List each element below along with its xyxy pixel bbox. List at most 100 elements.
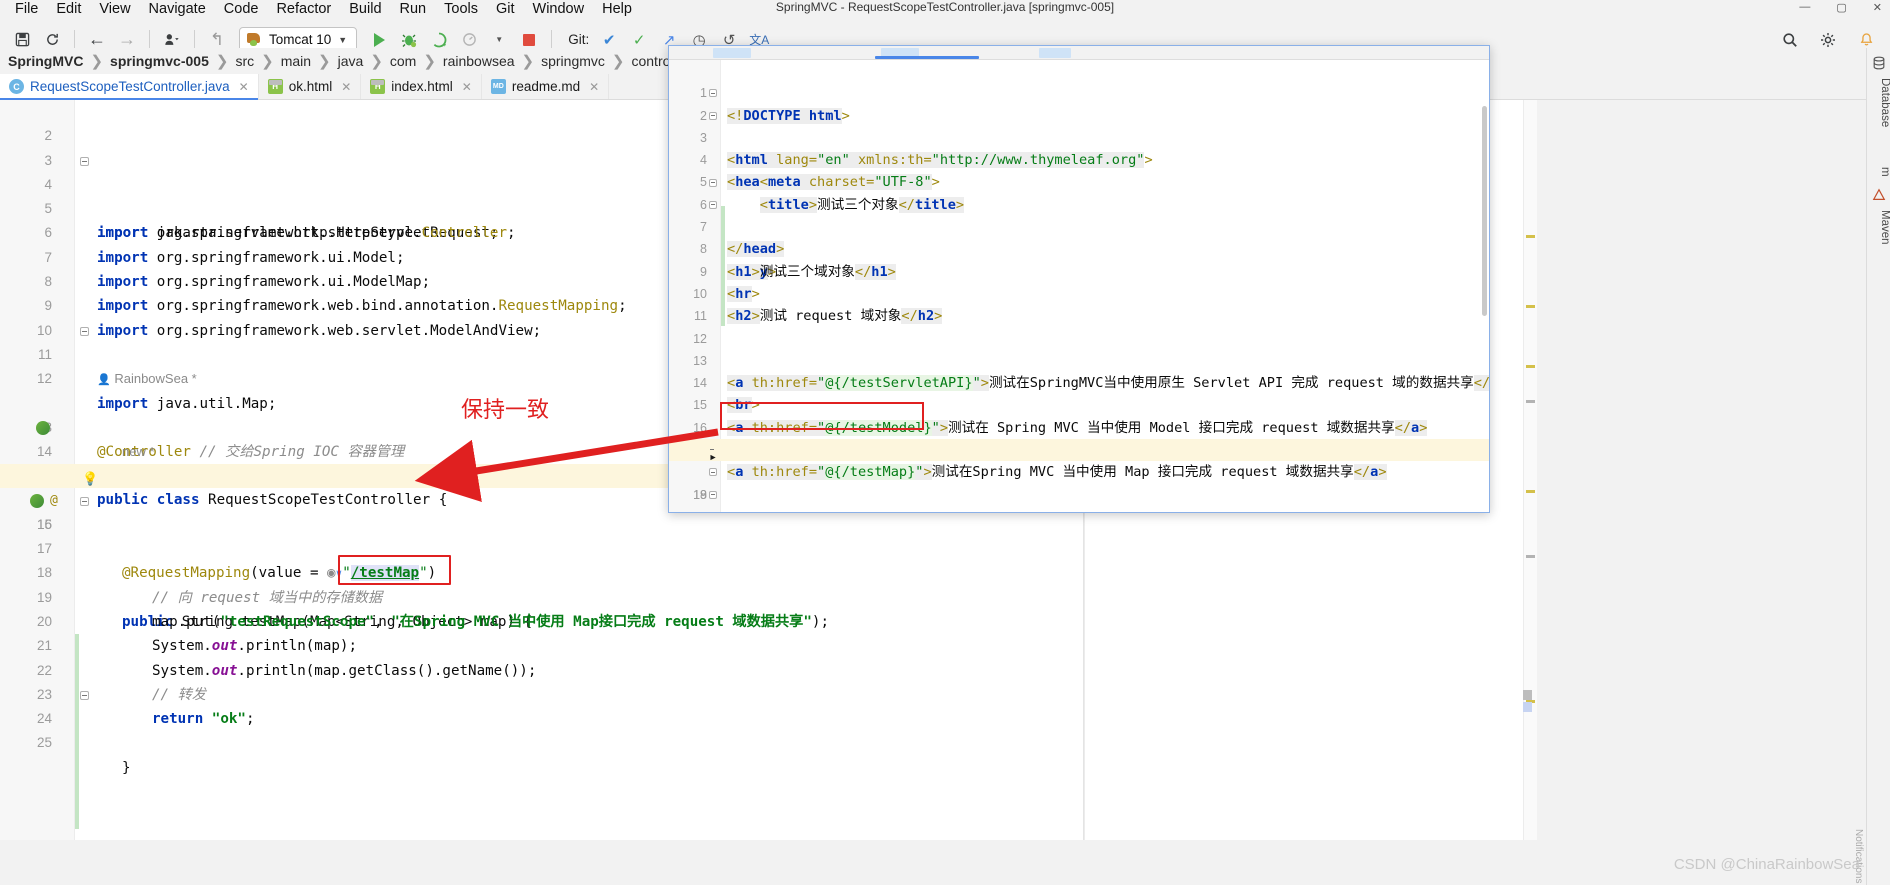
popup-tab-active[interactable] — [875, 56, 979, 59]
marker — [1526, 490, 1535, 493]
run-configuration-name: Tomcat 10 — [269, 32, 332, 47]
fold-toggle-icon[interactable] — [709, 200, 717, 209]
tomcat-icon — [247, 32, 262, 47]
html-line: 12 — [669, 305, 1489, 346]
fold-toggle-icon[interactable] — [709, 178, 717, 187]
tab-close-icon[interactable]: ✕ — [239, 80, 249, 94]
breadcrumb-item-java[interactable]: java — [332, 53, 370, 69]
fold-toggle-icon[interactable] — [80, 326, 89, 336]
line-number: 25 — [36, 735, 52, 751]
popup-scrollbar[interactable] — [1482, 106, 1487, 316]
menu-item-run[interactable]: Run — [391, 0, 436, 19]
menu-item-refactor[interactable]: Refactor — [267, 0, 340, 19]
person-icon: 👤 — [97, 374, 111, 386]
html-line: 19 </body> — [669, 461, 1489, 502]
breadcrumb-item-main[interactable]: main — [275, 53, 317, 69]
breadcrumb-separator: ❯ — [521, 53, 535, 70]
breadcrumb-item-springmvc[interactable]: SpringMVC — [2, 53, 89, 69]
tab-request-scope-test-controller[interactable]: C RequestScopeTestController.java ✕ — [0, 74, 259, 100]
fold-toggle-icon[interactable] — [709, 468, 717, 477]
fold-toggle-icon[interactable] — [709, 490, 717, 499]
breadcrumb-item-springmvc-005[interactable]: springmvc-005 — [104, 53, 215, 69]
author-inlay-hint: 👤 RainbowSea * — [97, 367, 197, 392]
menu-item-file[interactable]: File — [6, 0, 47, 19]
tab-close-icon[interactable]: ✕ — [462, 80, 472, 94]
spring-bean-gutter-icon[interactable] — [36, 420, 50, 435]
breadcrumb-separator: ❯ — [423, 53, 436, 70]
popup-tab-3[interactable] — [1039, 48, 1071, 58]
database-icon[interactable] — [1872, 56, 1886, 70]
caret-position-marker-2 — [1523, 702, 1532, 712]
idea-window: SpringMVC - RequestScopeTestController.j… — [0, 0, 1890, 885]
breadcrumb-item-rainbowsea[interactable]: rainbowsea — [437, 53, 521, 69]
tab-readme-md[interactable]: MD readme.md ✕ — [481, 74, 610, 99]
html-line: 6 </head> — [669, 172, 1489, 258]
popup-tab-strip — [669, 46, 1489, 60]
marker — [1526, 555, 1535, 558]
html-line: 20 </html> — [669, 484, 1489, 512]
fold-toggle-icon[interactable] — [80, 156, 89, 166]
fold-toggle-icon[interactable] — [709, 111, 717, 120]
fold-toggle-icon[interactable] — [80, 496, 89, 506]
breadcrumb-item-src[interactable]: src — [229, 53, 260, 69]
html-line: 2 <html lang="en" xmlns:th="http://www.t… — [669, 82, 1489, 169]
sidebar-item-database[interactable]: Database — [1867, 74, 1890, 131]
html-line: 15 <a th:href="@{/testModel}">测试在 Spring… — [669, 372, 1489, 436]
html-preview-popup[interactable]: 1 <!DOCTYPE html> 2 <html lang="en" xmln… — [668, 45, 1490, 513]
menu-item-code[interactable]: Code — [215, 0, 268, 19]
menu-item-window[interactable]: Window — [524, 0, 594, 19]
marker — [1526, 305, 1535, 308]
maven-icon[interactable] — [1872, 188, 1886, 202]
html-line: 13 <a th:href="@{/testServletAPI}">测试在Sp… — [669, 328, 1489, 392]
tab-index-html[interactable]: H index.html ✕ — [361, 74, 482, 99]
menu-item-edit[interactable]: Edit — [47, 0, 90, 19]
html-line: 14 <br> — [669, 350, 1489, 414]
tab-close-icon[interactable]: ✕ — [341, 80, 351, 94]
right-tool-sidebar: Database m Maven — [1866, 48, 1890, 885]
html-line: 10 <h2>测试 request 域对象</h2> — [669, 261, 1489, 325]
breadcrumb-separator: ❯ — [370, 53, 383, 70]
toolbar-divider-3 — [194, 29, 195, 50]
menu-item-git[interactable]: Git — [487, 0, 524, 19]
html-line: 11 — [669, 283, 1489, 323]
menu-item-help[interactable]: Help — [593, 0, 641, 19]
toolbar-divider-2 — [149, 29, 150, 50]
html-line-current: 18 ▸ <br> — [669, 439, 1489, 502]
marker — [1526, 365, 1535, 368]
menu-item-view[interactable]: View — [90, 0, 139, 19]
tab-ok-html[interactable]: H ok.html ✕ — [258, 74, 362, 99]
annotation-gutter-icon[interactable]: @ — [50, 489, 58, 513]
author-inlay-label: RainbowSea * — [114, 371, 197, 386]
fold-toggle-icon[interactable] — [80, 690, 89, 700]
html-line: 5 <title>测试三个对象</title> — [669, 149, 1489, 213]
menu-item-navigate[interactable]: Navigate — [140, 0, 215, 19]
html-file-icon: H — [370, 79, 386, 94]
chevron-down-icon: ▼ — [338, 34, 348, 45]
tab-label: ok.html — [288, 79, 333, 94]
breadcrumb-item-springmvc-pkg[interactable]: springmvc — [535, 53, 611, 69]
new-inlay-hint: new * — [122, 443, 155, 459]
sidebar-item-maven[interactable]: Maven — [1867, 206, 1890, 249]
sidebar-item-m[interactable]: m — [1867, 163, 1890, 181]
highlight-box-testmap-html — [720, 402, 924, 430]
menu-item-build[interactable]: Build — [340, 0, 390, 19]
toolbar-divider-4 — [551, 29, 553, 50]
tab-close-icon[interactable]: ✕ — [589, 80, 599, 94]
fold-toggle-icon[interactable] — [709, 89, 717, 98]
menu-item-tools[interactable]: Tools — [435, 0, 487, 19]
annotation-keep-consistent: 保持一致 — [461, 398, 550, 423]
error-stripe-markers[interactable] — [1523, 100, 1537, 840]
html-line: 1 <!DOCTYPE html> — [669, 60, 1489, 124]
java-file-icon: C — [9, 79, 24, 94]
popup-tab-1[interactable] — [713, 48, 751, 58]
line-number: 20 — [669, 506, 707, 512]
breadcrumb-separator: ❯ — [611, 53, 625, 70]
spring-mapping-gutter-icon[interactable] — [30, 493, 44, 508]
breadcrumb-item-com[interactable]: com — [384, 53, 422, 69]
caret-position-marker — [1523, 690, 1532, 700]
html-line: 9 <hr> — [669, 238, 1489, 302]
marker — [1526, 235, 1535, 238]
md-file-icon: MD — [490, 79, 506, 94]
html-line: 4 <meta charset="UTF-8"> — [669, 127, 1489, 191]
expand-toggle-icon[interactable]: ▸ — [709, 446, 717, 465]
